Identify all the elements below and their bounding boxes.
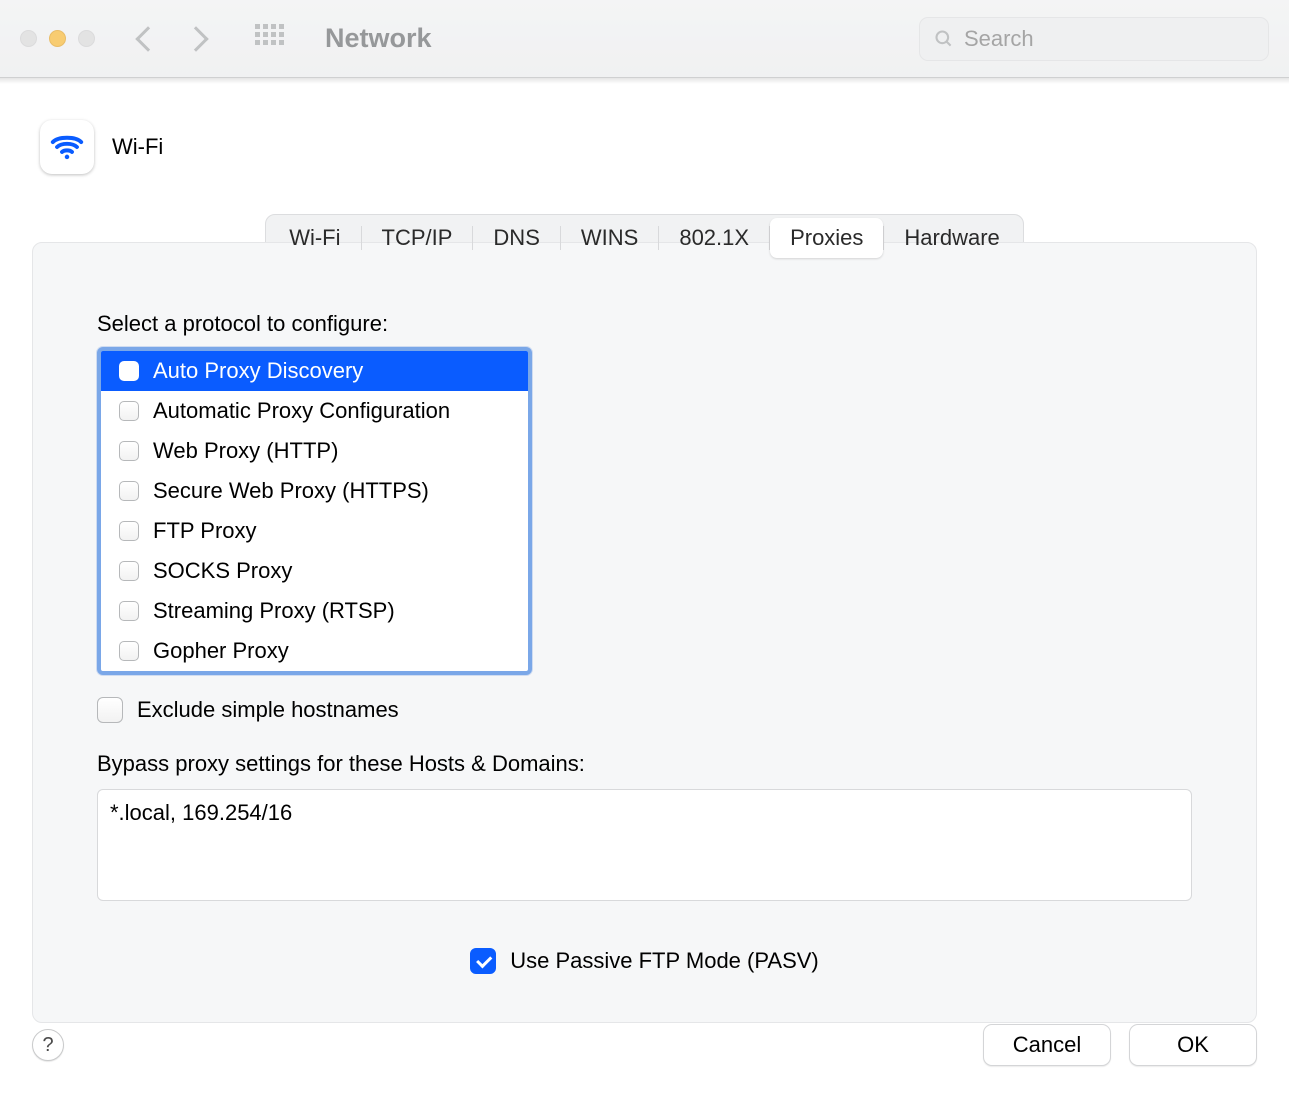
nav-arrows xyxy=(139,30,205,48)
protocol-checkbox[interactable] xyxy=(119,521,139,541)
sheet-footer: ? Cancel OK xyxy=(0,1024,1289,1066)
protocol-checkbox[interactable] xyxy=(119,481,139,501)
sheet-title: Wi-Fi xyxy=(112,134,163,160)
tab-proxies[interactable]: Proxies xyxy=(770,218,883,258)
protocol-item-http[interactable]: Web Proxy (HTTP) xyxy=(101,431,528,471)
protocol-label: Secure Web Proxy (HTTPS) xyxy=(153,478,429,504)
tab-wifi[interactable]: Wi-Fi xyxy=(269,218,360,258)
protocol-item-rtsp[interactable]: Streaming Proxy (RTSP) xyxy=(101,591,528,631)
protocol-label: Streaming Proxy (RTSP) xyxy=(153,598,395,624)
protocol-label: Gopher Proxy xyxy=(153,638,289,664)
cancel-button[interactable]: Cancel xyxy=(983,1024,1111,1066)
protocol-item-https[interactable]: Secure Web Proxy (HTTPS) xyxy=(101,471,528,511)
tab-8021x[interactable]: 802.1X xyxy=(659,218,769,258)
pasv-row[interactable]: Use Passive FTP Mode (PASV) xyxy=(97,948,1192,974)
search-input[interactable] xyxy=(964,26,1254,52)
back-icon[interactable] xyxy=(135,26,160,51)
protocol-checkbox[interactable] xyxy=(119,601,139,621)
search-icon xyxy=(934,28,954,50)
protocol-label: FTP Proxy xyxy=(153,518,257,544)
tab-wins[interactable]: WINS xyxy=(561,218,658,258)
window-close-button[interactable] xyxy=(20,30,37,47)
ok-button[interactable]: OK xyxy=(1129,1024,1257,1066)
protocol-checkbox[interactable] xyxy=(119,441,139,461)
protocol-item-auto-discovery[interactable]: Auto Proxy Discovery xyxy=(101,351,528,391)
protocol-checkbox[interactable] xyxy=(119,361,139,381)
proxies-panel: Select a protocol to configure: Auto Pro… xyxy=(32,242,1257,1023)
protocol-checkbox[interactable] xyxy=(119,401,139,421)
protocol-checkbox[interactable] xyxy=(119,561,139,581)
forward-icon[interactable] xyxy=(183,26,208,51)
tab-hardware[interactable]: Hardware xyxy=(884,218,1019,258)
protocol-list[interactable]: Auto Proxy Discovery Automatic Proxy Con… xyxy=(97,347,532,675)
window-zoom-button[interactable] xyxy=(78,30,95,47)
protocol-item-ftp[interactable]: FTP Proxy xyxy=(101,511,528,551)
tab-bar: Wi-Fi TCP/IP DNS WINS 802.1X Proxies Har… xyxy=(265,214,1024,262)
tab-tcpip[interactable]: TCP/IP xyxy=(362,218,473,258)
protocol-label: SOCKS Proxy xyxy=(153,558,292,584)
toolbar: Network xyxy=(0,0,1289,78)
bypass-label: Bypass proxy settings for these Hosts & … xyxy=(97,751,1192,777)
pasv-checkbox[interactable] xyxy=(470,948,496,974)
window-title: Network xyxy=(325,23,432,54)
protocol-label: Auto Proxy Discovery xyxy=(153,358,363,384)
show-all-icon[interactable] xyxy=(255,24,285,54)
protocol-label: Automatic Proxy Configuration xyxy=(153,398,450,424)
sheet-header: Wi-Fi xyxy=(0,100,1289,184)
protocol-list-label: Select a protocol to configure: xyxy=(97,311,1192,337)
exclude-simple-label: Exclude simple hostnames xyxy=(137,697,399,723)
protocol-item-gopher[interactable]: Gopher Proxy xyxy=(101,631,528,671)
protocol-checkbox[interactable] xyxy=(119,641,139,661)
search-field[interactable] xyxy=(919,17,1269,61)
exclude-simple-row[interactable]: Exclude simple hostnames xyxy=(97,697,1192,723)
protocol-item-auto-config[interactable]: Automatic Proxy Configuration xyxy=(101,391,528,431)
exclude-simple-checkbox[interactable] xyxy=(97,697,123,723)
tab-dns[interactable]: DNS xyxy=(473,218,559,258)
wifi-icon xyxy=(40,120,94,174)
pasv-label: Use Passive FTP Mode (PASV) xyxy=(510,948,819,974)
protocol-item-socks[interactable]: SOCKS Proxy xyxy=(101,551,528,591)
help-button[interactable]: ? xyxy=(32,1029,64,1061)
settings-sheet: Wi-Fi Wi-Fi TCP/IP DNS WINS 802.1X Proxi… xyxy=(0,78,1289,1094)
window-minimize-button[interactable] xyxy=(49,30,66,47)
bypass-textarea[interactable] xyxy=(97,789,1192,901)
traffic-lights xyxy=(20,30,95,47)
protocol-label: Web Proxy (HTTP) xyxy=(153,438,338,464)
